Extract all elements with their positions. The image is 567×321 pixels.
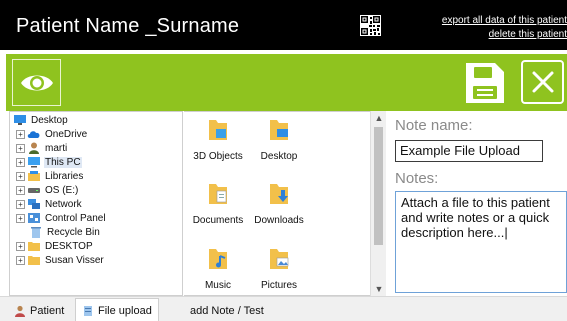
save-icon [466, 63, 504, 103]
file-upload-icon [84, 305, 92, 316]
view-button[interactable] [12, 59, 61, 106]
note-name-input[interactable]: Example File Upload [395, 140, 543, 162]
tree-item-label: Control Panel [45, 212, 106, 224]
tree-item-desktop[interactable]: Desktop [13, 113, 69, 127]
expand-toggle[interactable]: + [16, 241, 25, 251]
tab-patient[interactable]: Patient [8, 300, 70, 321]
delete-patient-link[interactable]: delete this patient [442, 28, 567, 42]
documents-folder-icon [209, 184, 227, 204]
notes-label: Notes: [395, 170, 439, 187]
scroll-thumb[interactable] [374, 127, 383, 245]
monitor-icon [28, 157, 40, 168]
tree-item-label: Recycle Bin [47, 226, 100, 238]
file-item-label: 3D Objects [193, 151, 243, 162]
file-item-label: Music [204, 280, 232, 291]
notes-textarea[interactable]: Attach a file to this patient and write … [395, 191, 567, 293]
pictures-folder-icon [270, 249, 289, 269]
tree-item-network[interactable]: + Network [16, 197, 83, 211]
close-button[interactable] [521, 60, 564, 104]
drive-icon [28, 188, 40, 193]
file-grid-scrollbar[interactable]: ▲ ▼ [370, 111, 386, 296]
expand-toggle[interactable]: + [16, 213, 25, 223]
tree-item-recycle-bin[interactable]: Recycle Bin [29, 225, 101, 239]
tab-add-note-test[interactable]: add Note / Test [184, 300, 270, 321]
tab-label: add Note / Test [190, 305, 264, 317]
expand-toggle[interactable]: + [16, 143, 25, 153]
tree-item-marti[interactable]: + marti [16, 141, 68, 155]
tab-label: File upload [98, 304, 152, 317]
tree-item-susan-visser[interactable]: + Susan Visser [16, 253, 105, 267]
3d-objects-folder-icon [209, 120, 227, 140]
tree-item-label: Libraries [45, 170, 84, 182]
export-data-link[interactable]: export all data of this patient [442, 14, 567, 28]
file-item-3d-objects[interactable]: 3D Objects [185, 116, 251, 162]
tree-item-label: Network [45, 198, 82, 210]
tab-label: Patient [30, 305, 65, 317]
tab-file-upload[interactable]: File upload [75, 298, 159, 321]
file-item-label: Pictures [260, 280, 298, 291]
note-name-label: Note name: [395, 117, 473, 134]
downloads-folder-icon [270, 184, 288, 204]
file-item-music[interactable]: Music [185, 245, 251, 291]
file-item-documents[interactable]: Documents [185, 180, 251, 226]
tree-item-label: OneDrive [45, 128, 88, 140]
user-icon [29, 142, 39, 154]
scroll-down-icon[interactable]: ▼ [371, 282, 387, 296]
tree-item-control-panel[interactable]: + Control Panel [16, 211, 107, 225]
tree-item-label: This PC [44, 156, 82, 168]
folder-icon [28, 242, 40, 251]
tree-item-desktop-folder[interactable]: + DESKTOP [16, 239, 94, 253]
expand-toggle[interactable]: + [16, 185, 25, 195]
file-grid: 3D Objects Desktop Documents Downloads M… [184, 111, 386, 296]
file-item-desktop[interactable]: Desktop [246, 116, 312, 162]
file-item-label: Downloads [254, 215, 304, 226]
tree-item-label: DESKTOP [45, 240, 93, 252]
control-panel-icon [28, 213, 40, 223]
expand-toggle[interactable]: + [16, 255, 25, 265]
file-item-label: Desktop [260, 151, 298, 162]
expand-toggle[interactable]: + [16, 157, 25, 167]
file-item-pictures[interactable]: Pictures [246, 245, 312, 291]
tree-item-onedrive[interactable]: + OneDrive [16, 127, 88, 141]
patient-icon [15, 305, 25, 317]
expand-toggle[interactable]: + [16, 129, 25, 139]
file-item-label: Documents [192, 215, 244, 226]
music-folder-icon [209, 249, 227, 269]
tree-item-this-pc[interactable]: + This PC [16, 155, 82, 169]
tree-item-label: Susan Visser [45, 254, 104, 266]
tree-item-os-drive[interactable]: + OS (E:) [16, 183, 79, 197]
save-button[interactable] [463, 60, 507, 106]
folder-tree[interactable]: Desktop + OneDrive + marti + This PC + L… [9, 111, 183, 296]
header-links: export all data of this patient delete t… [442, 14, 567, 42]
top-header: Patient Name _Surname export all data of… [0, 0, 567, 50]
tree-item-label: Desktop [31, 114, 68, 126]
file-item-downloads[interactable]: Downloads [246, 180, 312, 226]
patient-name-title: Patient Name _Surname [16, 15, 240, 37]
expand-toggle[interactable]: + [16, 171, 25, 181]
cloud-icon [27, 131, 40, 138]
desktop-icon [14, 115, 26, 125]
tree-item-label: marti [45, 142, 68, 154]
action-toolbar [6, 54, 567, 111]
library-icon [28, 171, 40, 181]
note-panel: Note name: Example File Upload Notes: At… [386, 111, 567, 296]
network-icon [28, 199, 40, 209]
expand-toggle[interactable]: + [16, 199, 25, 209]
folder-icon [28, 256, 40, 265]
eye-icon [20, 75, 53, 90]
tree-item-libraries[interactable]: + Libraries [16, 169, 84, 183]
bottom-tab-bar: Patient File upload add Note / Test [0, 296, 567, 321]
desktop-folder-icon [270, 120, 288, 140]
tree-item-label: OS (E:) [45, 184, 79, 196]
close-icon [532, 71, 553, 93]
scroll-up-icon[interactable]: ▲ [371, 111, 387, 125]
recycle-bin-icon [31, 227, 41, 238]
qr-code-icon[interactable] [360, 15, 381, 36]
